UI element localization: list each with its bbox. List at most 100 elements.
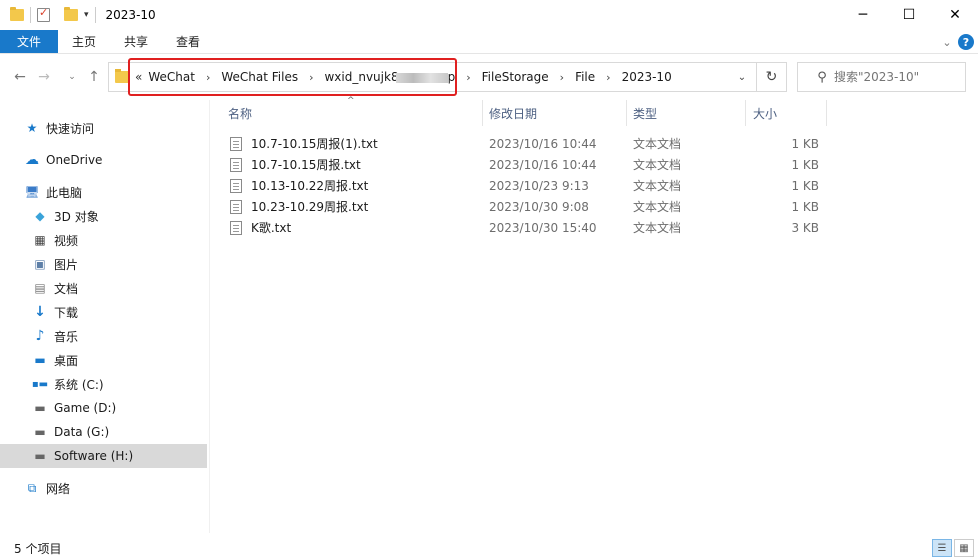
file-modified: 2023/10/16 10:44 <box>489 157 597 172</box>
sidebar-item-music[interactable]: ♪ 音乐 <box>0 324 207 348</box>
sidebar-item-drive-d[interactable]: ▬ Game (D:) <box>0 396 207 420</box>
breadcrumb-file[interactable]: File <box>569 70 601 84</box>
ribbon-tabs: 文件 主页 共享 查看 ⌄ ? <box>0 30 978 54</box>
file-row[interactable]: 10.7-10.15周报(1).txt 2023/10/16 10:44 文本文… <box>226 133 826 154</box>
star-icon: ★ <box>26 121 38 135</box>
file-name: K歌.txt <box>251 221 292 235</box>
column-header-type[interactable]: 类型 <box>633 100 745 126</box>
address-dropdown-icon[interactable]: ⌄ <box>728 63 756 91</box>
file-row[interactable]: 10.23-10.29周报.txt 2023/10/30 9:08 文本文档 1… <box>226 196 826 217</box>
text-file-icon <box>230 136 242 151</box>
search-box[interactable]: ⚲ <box>797 62 966 92</box>
help-icon[interactable]: ? <box>958 34 974 50</box>
sidebar-item-videos[interactable]: ▦ 视频 <box>0 228 207 252</box>
column-divider[interactable] <box>745 100 746 126</box>
text-file-icon <box>230 220 242 235</box>
sidebar-item-this-pc[interactable]: 🖥 此电脑 <box>0 180 207 204</box>
file-type: 文本文档 <box>633 158 682 172</box>
expand-ribbon-icon[interactable]: ⌄ <box>936 36 958 49</box>
properties-icon[interactable] <box>37 0 50 30</box>
breadcrumb-filestorage[interactable]: FileStorage <box>476 70 555 84</box>
toolbar-divider <box>94 7 96 23</box>
file-name-cell: 10.23-10.29周报.txt <box>230 196 368 217</box>
document-icon: ▤ <box>34 281 46 295</box>
file-modified: 2023/10/16 10:44 <box>489 136 597 151</box>
sidebar-item-label: 桌面 <box>54 353 79 368</box>
file-name-cell: 10.13-10.22周报.txt <box>230 175 368 196</box>
tab-share[interactable]: 共享 <box>110 30 162 53</box>
file-name: 10.13-10.22周报.txt <box>251 179 369 193</box>
breadcrumb-2023-10[interactable]: 2023-10 <box>616 70 678 84</box>
tab-home[interactable]: 主页 <box>58 30 110 53</box>
sidebar-item-network[interactable]: ⧉ 网络 <box>0 476 207 500</box>
folder-icon <box>10 0 24 30</box>
column-divider[interactable] <box>626 100 627 126</box>
forward-arrow-icon[interactable]: → <box>34 66 54 88</box>
sidebar-item-downloads[interactable]: ↓ 下载 <box>0 300 207 324</box>
sidebar-item-label: 网络 <box>46 481 71 496</box>
refresh-button[interactable]: ↻ <box>757 62 787 92</box>
file-type: 文本文档 <box>633 179 682 193</box>
file-row[interactable]: K歌.txt 2023/10/30 15:40 文本文档 3 KB <box>226 217 826 238</box>
file-size: 1 KB <box>791 136 819 151</box>
sidebar-item-label: OneDrive <box>46 153 103 167</box>
sidebar-item-label: 音乐 <box>54 329 79 344</box>
quick-access-dropdown-icon[interactable]: ▾ <box>84 10 89 20</box>
minimize-button[interactable]: ─ <box>840 0 886 30</box>
sidebar-item-label: Data (G:) <box>54 425 110 439</box>
sidebar-item-drive-c[interactable]: ▪▬ 系统 (C:) <box>0 372 207 396</box>
large-icons-view-icon[interactable]: ▦ <box>954 539 974 557</box>
tab-view[interactable]: 查看 <box>162 30 214 53</box>
file-type: 文本文档 <box>633 137 682 151</box>
tab-file[interactable]: 文件 <box>0 30 58 53</box>
file-row[interactable]: 10.13-10.22周报.txt 2023/10/23 9:13 文本文档 1… <box>226 175 826 196</box>
video-icon: ▦ <box>34 233 46 247</box>
column-header-size[interactable]: 大小 <box>753 100 825 126</box>
sidebar-item-quick-access[interactable]: ★ 快速访问 <box>0 116 207 140</box>
column-header-name[interactable]: 名称 <box>228 100 482 126</box>
sidebar-item-label: 下载 <box>54 305 79 320</box>
sidebar-item-label: 视频 <box>54 233 79 248</box>
drive-icon: ▬ <box>34 449 46 463</box>
up-arrow-icon[interactable]: ↑ <box>84 66 104 88</box>
column-header-modified[interactable]: 修改日期 <box>489 100 625 126</box>
search-input[interactable] <box>834 70 954 84</box>
file-name: 10.7-10.15周报(1).txt <box>251 137 378 151</box>
file-type: 文本文档 <box>633 200 682 214</box>
file-row[interactable]: 10.7-10.15周报.txt 2023/10/16 10:44 文本文档 1… <box>226 154 826 175</box>
maximize-button[interactable]: ☐ <box>886 0 932 30</box>
toolbar-divider <box>30 7 31 23</box>
sidebar-item-label: 系统 (C:) <box>54 377 104 392</box>
sidebar-item-pictures[interactable]: ▣ 图片 <box>0 252 207 276</box>
sidebar-item-onedrive[interactable]: ☁ OneDrive <box>0 148 207 172</box>
pane-divider[interactable] <box>209 100 210 533</box>
window-title: 2023-10 <box>105 8 156 22</box>
chevron-right-icon[interactable]: › <box>555 71 569 84</box>
file-name-cell: 10.7-10.15周报(1).txt <box>230 133 378 154</box>
column-divider[interactable] <box>826 100 827 126</box>
file-modified: 2023/10/30 9:08 <box>489 199 589 214</box>
chevron-right-icon[interactable]: › <box>461 71 475 84</box>
sidebar-item-drive-h[interactable]: ▬ Software (H:) <box>0 444 207 468</box>
column-divider[interactable] <box>482 100 483 126</box>
sidebar-item-drive-g[interactable]: ▬ Data (G:) <box>0 420 207 444</box>
sidebar-item-desktop[interactable]: ▬ 桌面 <box>0 348 207 372</box>
text-file-icon <box>230 157 242 172</box>
new-folder-icon[interactable] <box>64 0 78 30</box>
drive-icon: ▬ <box>34 425 46 439</box>
close-button[interactable]: ✕ <box>932 0 978 30</box>
network-icon: ⧉ <box>27 480 37 495</box>
recent-locations-icon[interactable]: ⌄ <box>62 66 82 88</box>
drive-icon: ▬ <box>34 401 46 415</box>
sidebar-item-3d-objects[interactable]: ◆ 3D 对象 <box>0 204 207 228</box>
computer-icon: 🖥 <box>24 185 40 199</box>
sidebar-item-label: Software (H:) <box>54 449 134 463</box>
chevron-right-icon[interactable]: › <box>601 71 615 84</box>
sidebar-item-documents[interactable]: ▤ 文档 <box>0 276 207 300</box>
search-icon: ⚲ <box>817 69 827 85</box>
back-arrow-icon[interactable]: ← <box>10 66 30 88</box>
picture-icon: ▣ <box>34 257 46 271</box>
text-file-icon <box>230 178 242 193</box>
sidebar-item-label: 此电脑 <box>46 185 83 200</box>
details-view-icon[interactable]: ☰ <box>932 539 952 557</box>
